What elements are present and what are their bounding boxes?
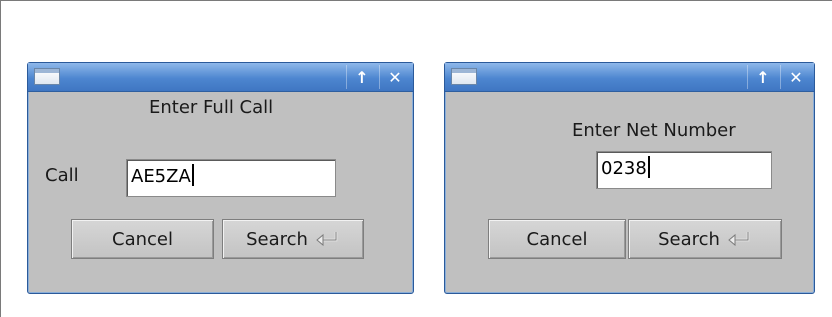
- up-arrow-icon: ↑: [756, 67, 770, 87]
- window-menu-icon[interactable]: [34, 68, 60, 85]
- text-caret: [191, 164, 194, 186]
- up-arrow-icon: ↑: [355, 67, 369, 87]
- close-icon: ✕: [789, 67, 803, 87]
- close-icon: ✕: [388, 67, 402, 87]
- close-button[interactable]: ✕: [780, 65, 811, 89]
- enter-call-dialog: ↑ ✕ Enter Full Call Call AE5ZA Cancel Se…: [27, 62, 414, 294]
- left-panel: ↑ ✕ Enter Full Call Call AE5ZA Cancel Se…: [0, 0, 432, 317]
- maximize-button[interactable]: ↑: [747, 65, 778, 89]
- call-input[interactable]: AE5ZA: [126, 159, 336, 197]
- prompt-text: Enter Net Number: [572, 120, 736, 141]
- search-button[interactable]: Search: [628, 219, 782, 259]
- titlebar: ↑ ✕: [28, 63, 413, 92]
- close-button[interactable]: ✕: [379, 65, 410, 89]
- cancel-button[interactable]: Cancel: [71, 219, 214, 259]
- search-button[interactable]: Search: [222, 219, 364, 259]
- enter-key-icon: [728, 232, 750, 247]
- enter-key-icon: [316, 232, 338, 247]
- maximize-button[interactable]: ↑: [346, 65, 377, 89]
- enter-net-dialog: ↑ ✕ Enter Net Number 0238 Cancel Search: [444, 62, 815, 294]
- titlebar: ↑ ✕: [445, 63, 814, 92]
- cancel-button[interactable]: Cancel: [488, 219, 626, 259]
- text-caret: [647, 156, 650, 178]
- right-panel: ↑ ✕ Enter Net Number 0238 Cancel Search: [431, 0, 832, 317]
- call-label: Call: [45, 165, 79, 186]
- prompt-text: Enter Full Call: [149, 97, 274, 118]
- window-menu-icon[interactable]: [451, 68, 477, 85]
- net-number-input[interactable]: 0238: [596, 151, 772, 189]
